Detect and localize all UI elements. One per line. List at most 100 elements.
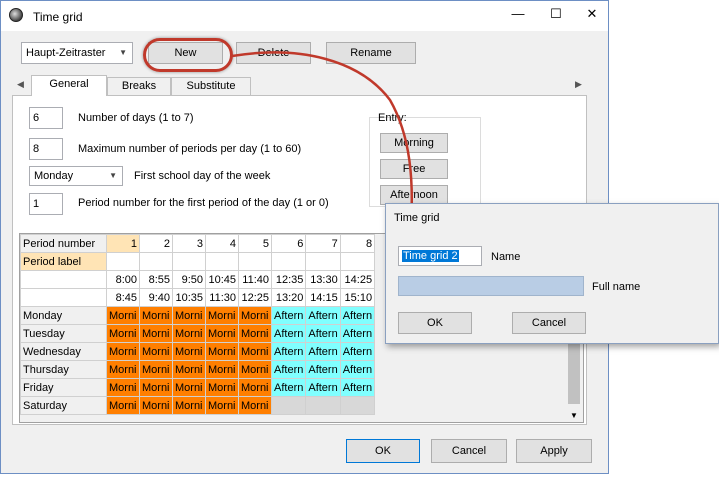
period-cell[interactable]: Morni <box>172 396 206 415</box>
period-cell[interactable]: Morni <box>205 306 239 325</box>
period-label-cell[interactable] <box>339 252 376 271</box>
period-cell[interactable]: Aftern <box>270 306 307 325</box>
end-time-cell[interactable]: 13:20 <box>270 288 307 307</box>
period-cell[interactable]: Morni <box>172 306 206 325</box>
period-label-cell[interactable] <box>205 252 239 271</box>
period-cell[interactable]: Morni <box>238 396 272 415</box>
period-cell[interactable]: Aftern <box>339 324 376 343</box>
end-time-cell[interactable]: 14:15 <box>305 288 341 307</box>
period-number-cell[interactable]: 6 <box>270 234 307 253</box>
period-number-cell[interactable]: 7 <box>305 234 341 253</box>
period-cell[interactable]: Morni <box>139 342 173 361</box>
period-number-cell[interactable]: 8 <box>339 234 376 253</box>
period-cell[interactable]: Morni <box>139 306 173 325</box>
end-time-cell[interactable]: 10:35 <box>172 288 206 307</box>
end-time-cell[interactable]: 8:45 <box>106 288 140 307</box>
period-cell[interactable]: Morni <box>238 360 272 379</box>
tab-scroll-left-icon[interactable]: ◀ <box>17 79 24 90</box>
tab-general[interactable]: General <box>31 75 107 96</box>
period-label-cell[interactable] <box>172 252 206 271</box>
afternoon-button[interactable]: Afternoon <box>380 185 448 205</box>
period-cell[interactable]: Morni <box>172 378 206 397</box>
period-number-cell[interactable]: 4 <box>205 234 239 253</box>
dialog-cancel-button[interactable]: Cancel <box>512 312 586 334</box>
num-days-field[interactable]: 6 <box>29 107 63 129</box>
period-cell[interactable]: Morni <box>205 324 239 343</box>
period-cell[interactable]: Aftern <box>305 306 341 325</box>
period-number-cell[interactable]: 1 <box>106 234 140 253</box>
period-cell[interactable]: Morni <box>238 378 272 397</box>
period-label-cell[interactable] <box>106 252 140 271</box>
start-time-cell[interactable]: 11:40 <box>238 270 272 289</box>
full-name-field[interactable] <box>398 276 584 296</box>
period-cell[interactable]: Morni <box>106 360 140 379</box>
period-cell[interactable]: Aftern <box>270 360 307 379</box>
first-day-select[interactable]: Monday ▼ <box>29 166 123 186</box>
tab-scroll-right-icon[interactable]: ▶ <box>575 79 582 90</box>
period-cell[interactable]: Morni <box>139 360 173 379</box>
period-label-cell[interactable] <box>238 252 272 271</box>
period-cell[interactable]: Aftern <box>305 378 341 397</box>
start-time-cell[interactable]: 14:25 <box>339 270 376 289</box>
period-number-cell[interactable]: 5 <box>238 234 272 253</box>
period-label-cell[interactable] <box>139 252 173 271</box>
period-cell[interactable]: Morni <box>238 342 272 361</box>
tab-breaks[interactable]: Breaks <box>107 77 171 95</box>
period-cell[interactable] <box>270 396 307 415</box>
rename-button[interactable]: Rename <box>326 42 416 64</box>
period-cell[interactable]: Morni <box>139 324 173 343</box>
period-cell[interactable]: Aftern <box>305 342 341 361</box>
start-time-cell[interactable]: 12:35 <box>270 270 307 289</box>
period-cell[interactable] <box>305 396 341 415</box>
period-cell[interactable]: Morni <box>205 360 239 379</box>
free-button[interactable]: Free <box>380 159 448 179</box>
period-cell[interactable]: Morni <box>139 378 173 397</box>
period-cell[interactable]: Aftern <box>305 324 341 343</box>
cancel-button[interactable]: Cancel <box>431 439 507 463</box>
max-periods-field[interactable]: 8 <box>29 138 63 160</box>
period-number-cell[interactable]: 3 <box>172 234 206 253</box>
period-cell[interactable]: Morni <box>205 378 239 397</box>
minimize-button[interactable]: — <box>503 5 533 23</box>
time-grid-select[interactable]: Haupt-Zeitraster ▼ <box>21 42 133 64</box>
period-cell[interactable]: Morni <box>106 342 140 361</box>
end-time-cell[interactable]: 12:25 <box>238 288 272 307</box>
period-cell[interactable]: Morni <box>238 306 272 325</box>
end-time-cell[interactable]: 11:30 <box>205 288 239 307</box>
period-cell[interactable]: Morni <box>172 324 206 343</box>
apply-button[interactable]: Apply <box>516 439 592 463</box>
period-cell[interactable]: Aftern <box>270 342 307 361</box>
maximize-button[interactable]: ☐ <box>541 5 571 23</box>
period-label-cell[interactable] <box>305 252 341 271</box>
close-button[interactable]: ✕ <box>577 5 607 23</box>
period-cell[interactable]: Morni <box>205 342 239 361</box>
first-period-field[interactable]: 1 <box>29 193 63 215</box>
period-cell[interactable]: Morni <box>106 306 140 325</box>
period-cell[interactable]: Aftern <box>339 306 376 325</box>
period-cell[interactable]: Morni <box>106 396 140 415</box>
period-cell[interactable]: Aftern <box>270 324 307 343</box>
period-cell[interactable]: Aftern <box>270 378 307 397</box>
morning-button[interactable]: Morning <box>380 133 448 153</box>
period-cell[interactable] <box>339 396 376 415</box>
tab-substitute[interactable]: Substitute <box>171 77 251 95</box>
period-cell[interactable]: Morni <box>106 378 140 397</box>
period-cell[interactable]: Aftern <box>305 360 341 379</box>
start-time-cell[interactable]: 10:45 <box>205 270 239 289</box>
start-time-cell[interactable]: 9:50 <box>172 270 206 289</box>
period-cell[interactable]: Morni <box>172 342 206 361</box>
start-time-cell[interactable]: 8:00 <box>106 270 140 289</box>
period-cell[interactable]: Morni <box>106 324 140 343</box>
period-number-cell[interactable]: 2 <box>139 234 173 253</box>
period-cell[interactable]: Aftern <box>339 378 376 397</box>
period-cell[interactable]: Morni <box>205 396 239 415</box>
scroll-down-icon[interactable]: ▼ <box>570 411 578 420</box>
start-time-cell[interactable]: 13:30 <box>305 270 341 289</box>
ok-button[interactable]: OK <box>346 439 420 463</box>
start-time-cell[interactable]: 8:55 <box>139 270 173 289</box>
period-cell[interactable]: Morni <box>172 360 206 379</box>
period-cell[interactable]: Morni <box>139 396 173 415</box>
name-field[interactable]: Time grid 2 <box>398 246 482 266</box>
end-time-cell[interactable]: 9:40 <box>139 288 173 307</box>
dialog-ok-button[interactable]: OK <box>398 312 472 334</box>
